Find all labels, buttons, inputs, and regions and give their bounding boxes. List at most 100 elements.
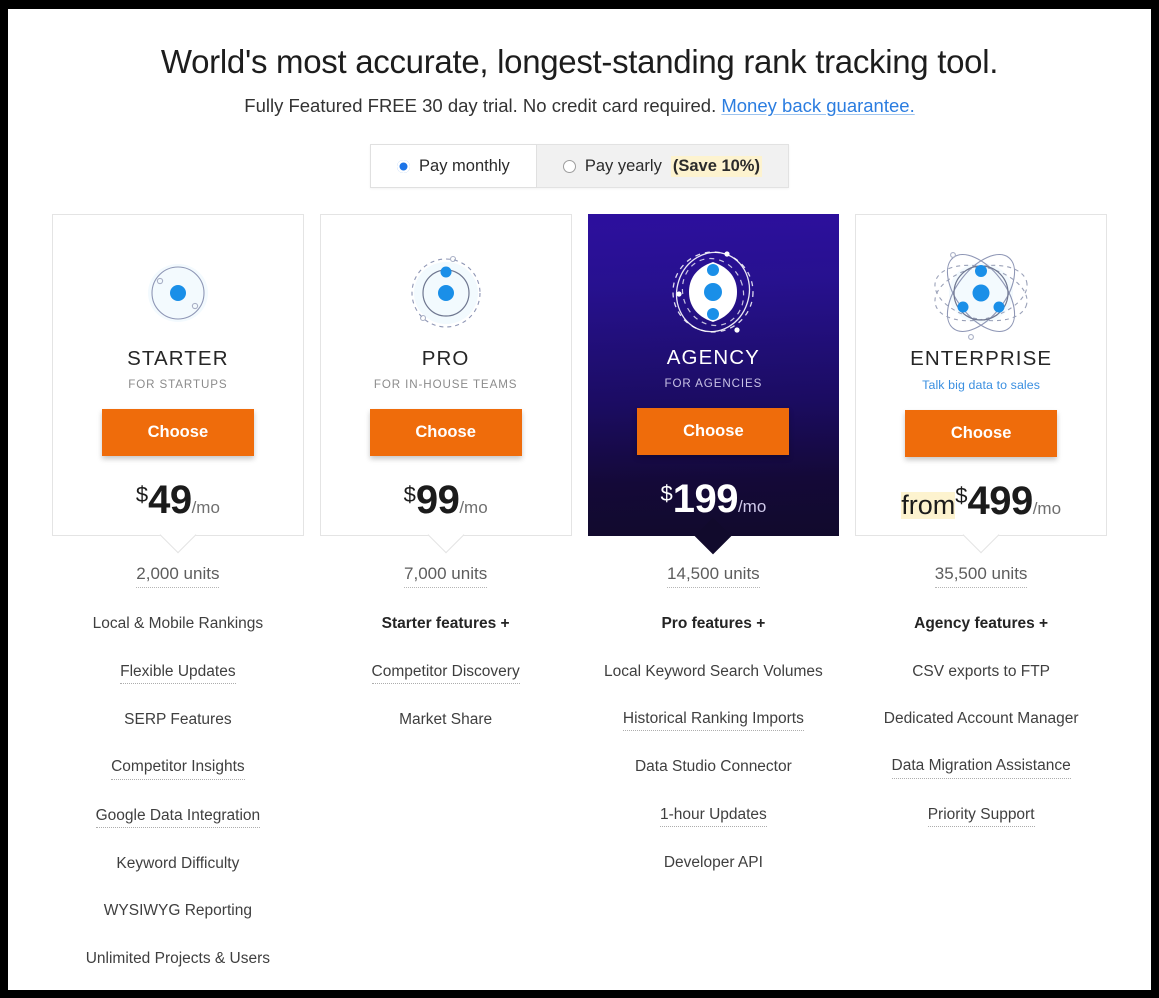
plan-icon-enterprise bbox=[929, 241, 1033, 345]
features-column-pro: 7,000 units Starter features + Competitor… bbox=[320, 564, 572, 990]
plan-column-agency: AGENCY FOR AGENCIES Choose $ 199 /mo bbox=[587, 214, 840, 555]
feature-item: SERP Features bbox=[52, 710, 304, 731]
feature-item[interactable]: Google Data Integration bbox=[52, 806, 304, 828]
atom-2-icon bbox=[411, 256, 481, 328]
feature-item[interactable]: 1-hour Updates bbox=[588, 805, 840, 827]
feature-item[interactable]: Competitor Discovery bbox=[320, 662, 572, 684]
feature-label: Unlimited Projects & Users bbox=[85, 949, 271, 967]
units-label-agency[interactable]: 14,500 units bbox=[667, 564, 760, 589]
feature-list-agency: Pro features + Local Keyword Search Volum… bbox=[588, 614, 840, 874]
feature-item[interactable]: Flexible Updates bbox=[52, 662, 304, 684]
feature-item: WYSIWYG Reporting bbox=[52, 901, 304, 922]
choose-button-enterprise[interactable]: Choose bbox=[905, 410, 1058, 458]
feature-item[interactable]: Competitor Insights bbox=[52, 757, 304, 780]
plan-card-agency: AGENCY FOR AGENCIES Choose $ 199 /mo bbox=[587, 214, 840, 555]
feature-label: Google Data Integration bbox=[95, 806, 261, 828]
choose-button-pro[interactable]: Choose bbox=[369, 409, 522, 457]
radio-yearly-icon[interactable] bbox=[562, 159, 576, 173]
feature-item: Market Share bbox=[320, 710, 572, 731]
feature-item[interactable]: Historical Ranking Imports bbox=[588, 709, 840, 732]
plan-column-starter: STARTER FOR STARTUPS Choose $ 49 /mo bbox=[52, 214, 304, 554]
feature-item: Dedicated Account Manager bbox=[855, 709, 1107, 730]
price-period: /mo bbox=[459, 498, 488, 518]
plan-column-pro: PRO FOR IN-HOUSE TEAMS Choose $ 99 /mo bbox=[319, 214, 572, 554]
feature-label: 1-hour Updates bbox=[659, 805, 767, 827]
plan-icon-starter bbox=[135, 241, 221, 345]
feature-label: Developer API bbox=[663, 854, 763, 871]
atom-1-icon bbox=[147, 264, 208, 323]
page-header: World's most accurate, longest-standing … bbox=[8, 9, 1151, 117]
feature-label: Competitor Discovery bbox=[371, 662, 520, 684]
card-notch bbox=[694, 517, 732, 555]
money-back-guarantee-link[interactable]: Money back guarantee. bbox=[721, 95, 914, 116]
save-badge: (Save 10%) bbox=[670, 155, 762, 177]
features-column-agency: 14,500 units Pro features + Local Keyword… bbox=[588, 564, 840, 990]
plan-column-enterprise: ENTERPRISE Talk big data to sales Choose… bbox=[855, 214, 1107, 554]
feature-item: Keyword Difficulty bbox=[52, 854, 304, 875]
pricing-page: World's most accurate, longest-standing … bbox=[8, 9, 1151, 990]
price-amount: 49 bbox=[148, 478, 192, 523]
billing-toggle-wrap: Pay monthly Pay yearly (Save 10%) bbox=[8, 144, 1151, 189]
price-amount: 199 bbox=[672, 477, 739, 522]
feature-label: Historical Ranking Imports bbox=[622, 709, 804, 732]
feature-item: CSV exports to FTP bbox=[855, 662, 1107, 683]
feature-item: Data Studio Connector bbox=[588, 757, 840, 778]
feature-item: Starter features + bbox=[320, 614, 572, 635]
feature-label: Competitor Insights bbox=[111, 757, 245, 780]
feature-label: Keyword Difficulty bbox=[116, 855, 240, 872]
units-label-pro[interactable]: 7,000 units bbox=[404, 564, 488, 589]
feature-item: Developer API bbox=[588, 853, 840, 874]
features-row: 2,000 units Local & Mobile Rankings Flexi… bbox=[8, 564, 1151, 990]
feature-label: WYSIWYG Reporting bbox=[103, 902, 252, 920]
feature-item: Local & Mobile Rankings bbox=[52, 614, 304, 635]
feature-label: SERP Features bbox=[124, 710, 232, 728]
features-column-starter: 2,000 units Local & Mobile Rankings Flexi… bbox=[52, 564, 304, 990]
units-label-starter[interactable]: 2,000 units bbox=[136, 564, 220, 589]
feature-label: Agency features + bbox=[914, 615, 1049, 633]
price-currency: $ bbox=[955, 483, 968, 509]
pricing-cards-row: STARTER FOR STARTUPS Choose $ 49 /mo PRO… bbox=[8, 214, 1151, 555]
choose-button-starter[interactable]: Choose bbox=[101, 409, 254, 457]
price-prefix: from bbox=[901, 490, 956, 521]
price-currency: $ bbox=[660, 481, 673, 507]
plan-tagline-pro: FOR IN-HOUSE TEAMS bbox=[373, 378, 518, 392]
price-currency: $ bbox=[135, 482, 149, 508]
plan-name-pro: PRO bbox=[421, 347, 470, 371]
plan-icon-pro bbox=[401, 241, 491, 345]
feature-item[interactable]: Data Migration Assistance bbox=[855, 756, 1107, 779]
price-amount: 499 bbox=[967, 479, 1033, 524]
plan-name-enterprise: ENTERPRISE bbox=[910, 347, 1053, 371]
plan-card-enterprise: ENTERPRISE Talk big data to sales Choose… bbox=[855, 214, 1107, 554]
price-currency: $ bbox=[403, 482, 416, 508]
radio-monthly-icon[interactable] bbox=[397, 159, 411, 173]
feature-item[interactable]: Priority Support bbox=[855, 805, 1107, 827]
units-label-enterprise[interactable]: 35,500 units bbox=[934, 564, 1028, 589]
atom-3-icon bbox=[672, 251, 755, 333]
plan-card-pro: PRO FOR IN-HOUSE TEAMS Choose $ 99 /mo bbox=[319, 214, 572, 554]
feature-label: Market Share bbox=[399, 710, 493, 728]
feature-list-enterprise: Agency features + CSV exports to FTP Dedic… bbox=[855, 614, 1107, 827]
page-title: World's most accurate, longest-standing … bbox=[160, 43, 999, 80]
plan-tagline-enterprise[interactable]: Talk big data to sales bbox=[922, 378, 1040, 392]
feature-list-starter: Local & Mobile Rankings Flexible Updates S… bbox=[52, 614, 304, 990]
price-period: /mo bbox=[1032, 499, 1062, 519]
toggle-yearly-label: Pay yearly bbox=[584, 156, 662, 175]
feature-label: Local & Mobile Rankings bbox=[92, 615, 264, 633]
plan-name-agency: AGENCY bbox=[666, 346, 760, 370]
feature-label: Flexible Updates bbox=[120, 662, 236, 684]
price-amount: 99 bbox=[415, 478, 460, 523]
billing-toggle: Pay monthly Pay yearly (Save 10%) bbox=[370, 144, 789, 189]
page-subtitle: Fully Featured FREE 30 day trial. No cre… bbox=[8, 95, 1151, 117]
toggle-option-yearly[interactable]: Pay yearly (Save 10%) bbox=[537, 145, 788, 187]
choose-button-agency[interactable]: Choose bbox=[637, 408, 790, 456]
feature-item: Local Keyword Search Volumes bbox=[588, 662, 840, 683]
toggle-monthly-label: Pay monthly bbox=[419, 156, 510, 175]
toggle-option-monthly[interactable]: Pay monthly bbox=[370, 144, 537, 189]
price-period: /mo bbox=[191, 498, 220, 518]
feature-label: Priority Support bbox=[927, 805, 1035, 827]
plan-price-agency: $ 199 /mo bbox=[660, 477, 766, 522]
feature-label: CSV exports to FTP bbox=[912, 662, 1051, 680]
feature-list-pro: Starter features + Competitor Discovery Ma… bbox=[320, 614, 572, 731]
price-period: /mo bbox=[737, 497, 767, 517]
plan-tagline-agency: FOR AGENCIES bbox=[664, 377, 763, 391]
